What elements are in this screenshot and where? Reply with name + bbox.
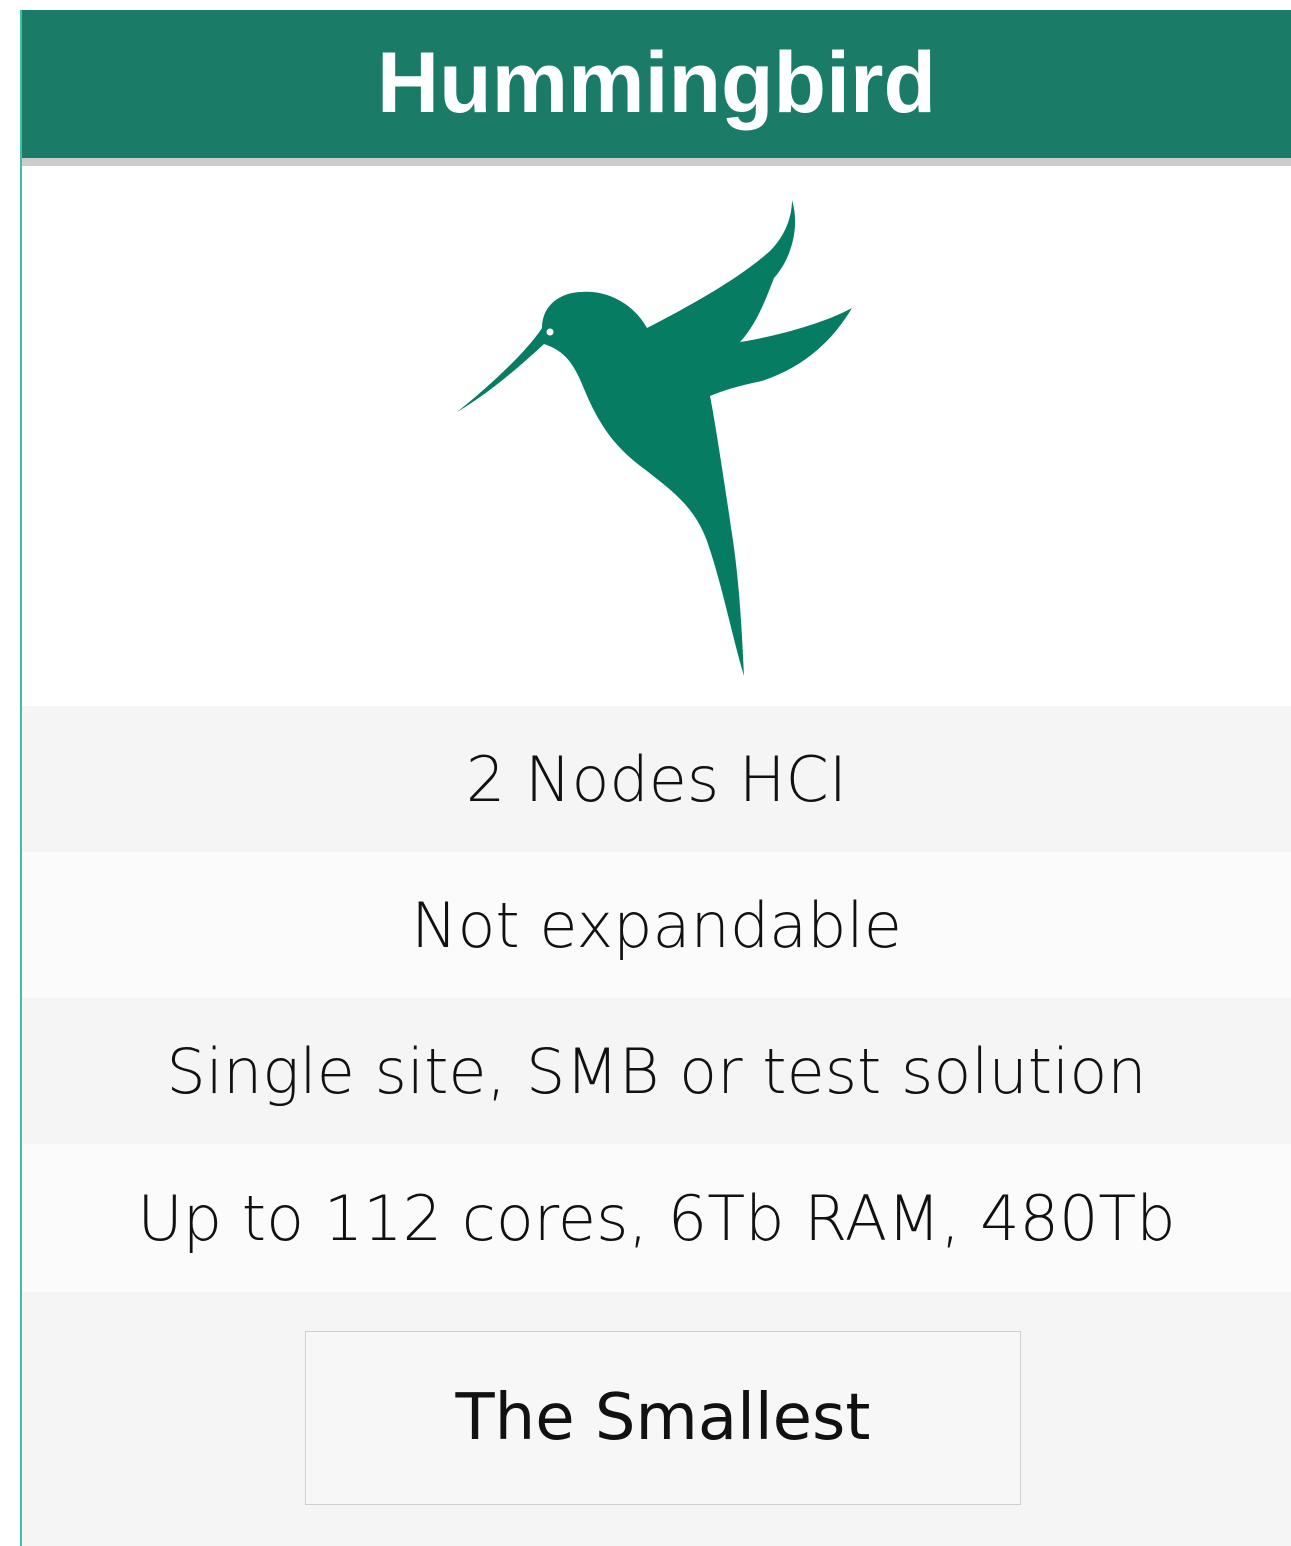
feature-row: 2 Nodes HCI [22, 706, 1291, 852]
feature-text: Not expandable [411, 888, 902, 962]
feature-row: Single site, SMB or test solution [22, 998, 1291, 1144]
feature-row: Up to 112 cores, 6Tb RAM, 480Tb [22, 1144, 1291, 1292]
feature-text: 2 Nodes HCI [465, 742, 848, 816]
feature-text: Single site, SMB or test solution [166, 1034, 1147, 1108]
cta-button[interactable]: The Smallest [305, 1331, 1021, 1505]
card-title: Hummingbird [377, 35, 936, 131]
pricing-card: Hummingbird 2 Nodes HCI Not expandable S… [20, 10, 1291, 1546]
logo-area [22, 166, 1291, 706]
card-header: Hummingbird [22, 10, 1291, 166]
card-footer: The Smallest [22, 1292, 1291, 1546]
feature-row: Not expandable [22, 852, 1291, 998]
hummingbird-icon [457, 200, 852, 676]
feature-text: Up to 112 cores, 6Tb RAM, 480Tb [137, 1181, 1176, 1255]
